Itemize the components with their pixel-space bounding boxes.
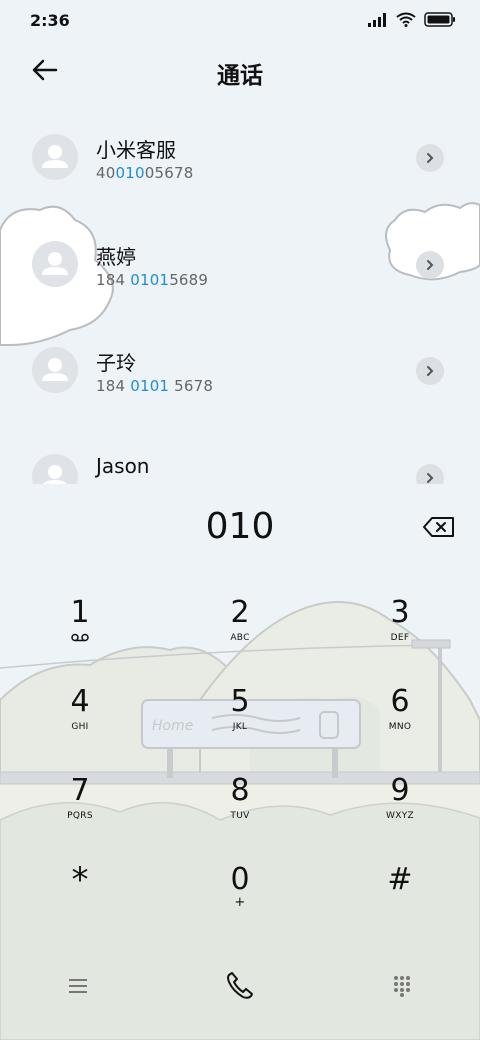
contact-name: 燕婷 [96,245,136,269]
avatar [32,134,78,180]
key-digit: 1 [70,595,90,630]
status-time: 2:36 [30,11,70,30]
status-bar: 2:36 [0,0,480,40]
key-digit: 5 [230,684,250,719]
menu-icon [69,979,87,993]
dialed-number: 010 [205,506,275,547]
key-digit: 0 [230,862,250,897]
key-digit: * [71,860,89,900]
key-9[interactable]: 9 WXYZ [335,758,465,838]
key-star[interactable]: * [15,847,145,927]
phone-icon [227,972,253,999]
key-digit: 2 [230,595,250,630]
contact-row[interactable]: Jason [0,430,480,484]
key-digit: 6 [390,684,410,719]
number-match: 0101 [130,271,170,289]
key-letters: DEF [390,633,410,643]
status-icons [368,12,456,27]
key-5[interactable]: 5 JKL [175,669,305,749]
contact-detail-button[interactable] [416,251,444,279]
key-letters: + [234,895,246,910]
contact-detail-button[interactable] [416,464,444,484]
contact-detail-button[interactable] [416,357,444,385]
contact-number: 184 0101 5678 [96,377,213,395]
key-digit: # [387,862,413,897]
person-icon [42,358,68,381]
contact-search-results: 小米客服 4001005678 燕婷 184 01015689 子玲 184 0… [0,110,480,484]
key-digit: 7 [70,773,90,808]
key-letters: MNO [388,722,412,732]
person-icon [43,465,67,484]
number-prefix: 184 [96,271,131,289]
key-letters: JKL [232,722,248,732]
number-prefix: 184 [96,377,131,395]
contact-name: 小米客服 [96,138,176,162]
bottom-action-bar [0,955,480,1015]
wifi-icon [396,12,416,27]
voicemail-icon [15,633,145,645]
key-2[interactable]: 2 ABC [175,580,305,660]
backspace-button[interactable] [422,516,456,538]
chevron-right-icon [427,153,434,163]
number-suffix: 5689 [169,271,209,289]
contact-detail-button[interactable] [416,144,444,172]
contact-name: 子玲 [96,351,136,375]
header: 通话 [0,48,480,92]
number-prefix: 40 [96,164,116,182]
contact-number: 184 01015689 [96,271,208,289]
chevron-right-icon [427,366,434,376]
contact-row[interactable]: 子玲 184 0101 5678 [0,323,480,423]
contact-row[interactable]: 燕婷 184 01015689 [0,217,480,317]
battery-icon [424,12,455,27]
contact-name: Jason [96,454,150,478]
key-letters: TUV [230,811,250,821]
menu-button[interactable] [58,970,98,1002]
number-match: 010 [115,164,145,182]
avatar [32,454,78,484]
chevron-right-icon [427,260,434,270]
number-match: 0101 [130,377,170,395]
number-suffix: 5678 [169,377,214,395]
signal-icon [368,12,386,27]
key-letters: WXYZ [386,811,414,821]
key-4[interactable]: 4 GHI [15,669,145,749]
chevron-right-icon [427,473,434,483]
key-7[interactable]: 7 PQRS [15,758,145,838]
contact-number: 4001005678 [96,164,193,182]
key-digit: 4 [70,684,90,719]
key-hash[interactable]: # [335,847,465,927]
key-letters: PQRS [67,811,93,821]
person-icon [42,145,68,168]
number-suffix: 05678 [144,164,194,182]
person-icon [42,252,68,275]
key-8[interactable]: 8 TUV [175,758,305,838]
key-1[interactable]: 1 [15,580,145,660]
contact-row[interactable]: 小米客服 4001005678 [0,110,480,210]
key-0[interactable]: 0 + [175,847,305,927]
key-6[interactable]: 6 MNO [335,669,465,749]
dial-display: 010 [0,500,480,560]
key-letters: ABC [230,633,250,643]
key-digit: 9 [390,773,410,808]
page-title: 通话 [217,63,263,89]
call-button[interactable] [220,970,260,1002]
key-letters: GHI [71,722,89,732]
dial-keypad: 1 2 ABC 3 DEF 4 GHI 5 JKL 6 MNO 7 PQRS 8… [0,580,480,940]
avatar [32,241,78,287]
dialpad-icon [394,976,410,997]
dialpad-toggle-button[interactable] [382,970,422,1002]
avatar [32,347,78,393]
key-digit: 8 [230,773,250,808]
key-digit: 3 [390,595,410,630]
key-3[interactable]: 3 DEF [335,580,465,660]
backspace-icon [423,517,454,537]
